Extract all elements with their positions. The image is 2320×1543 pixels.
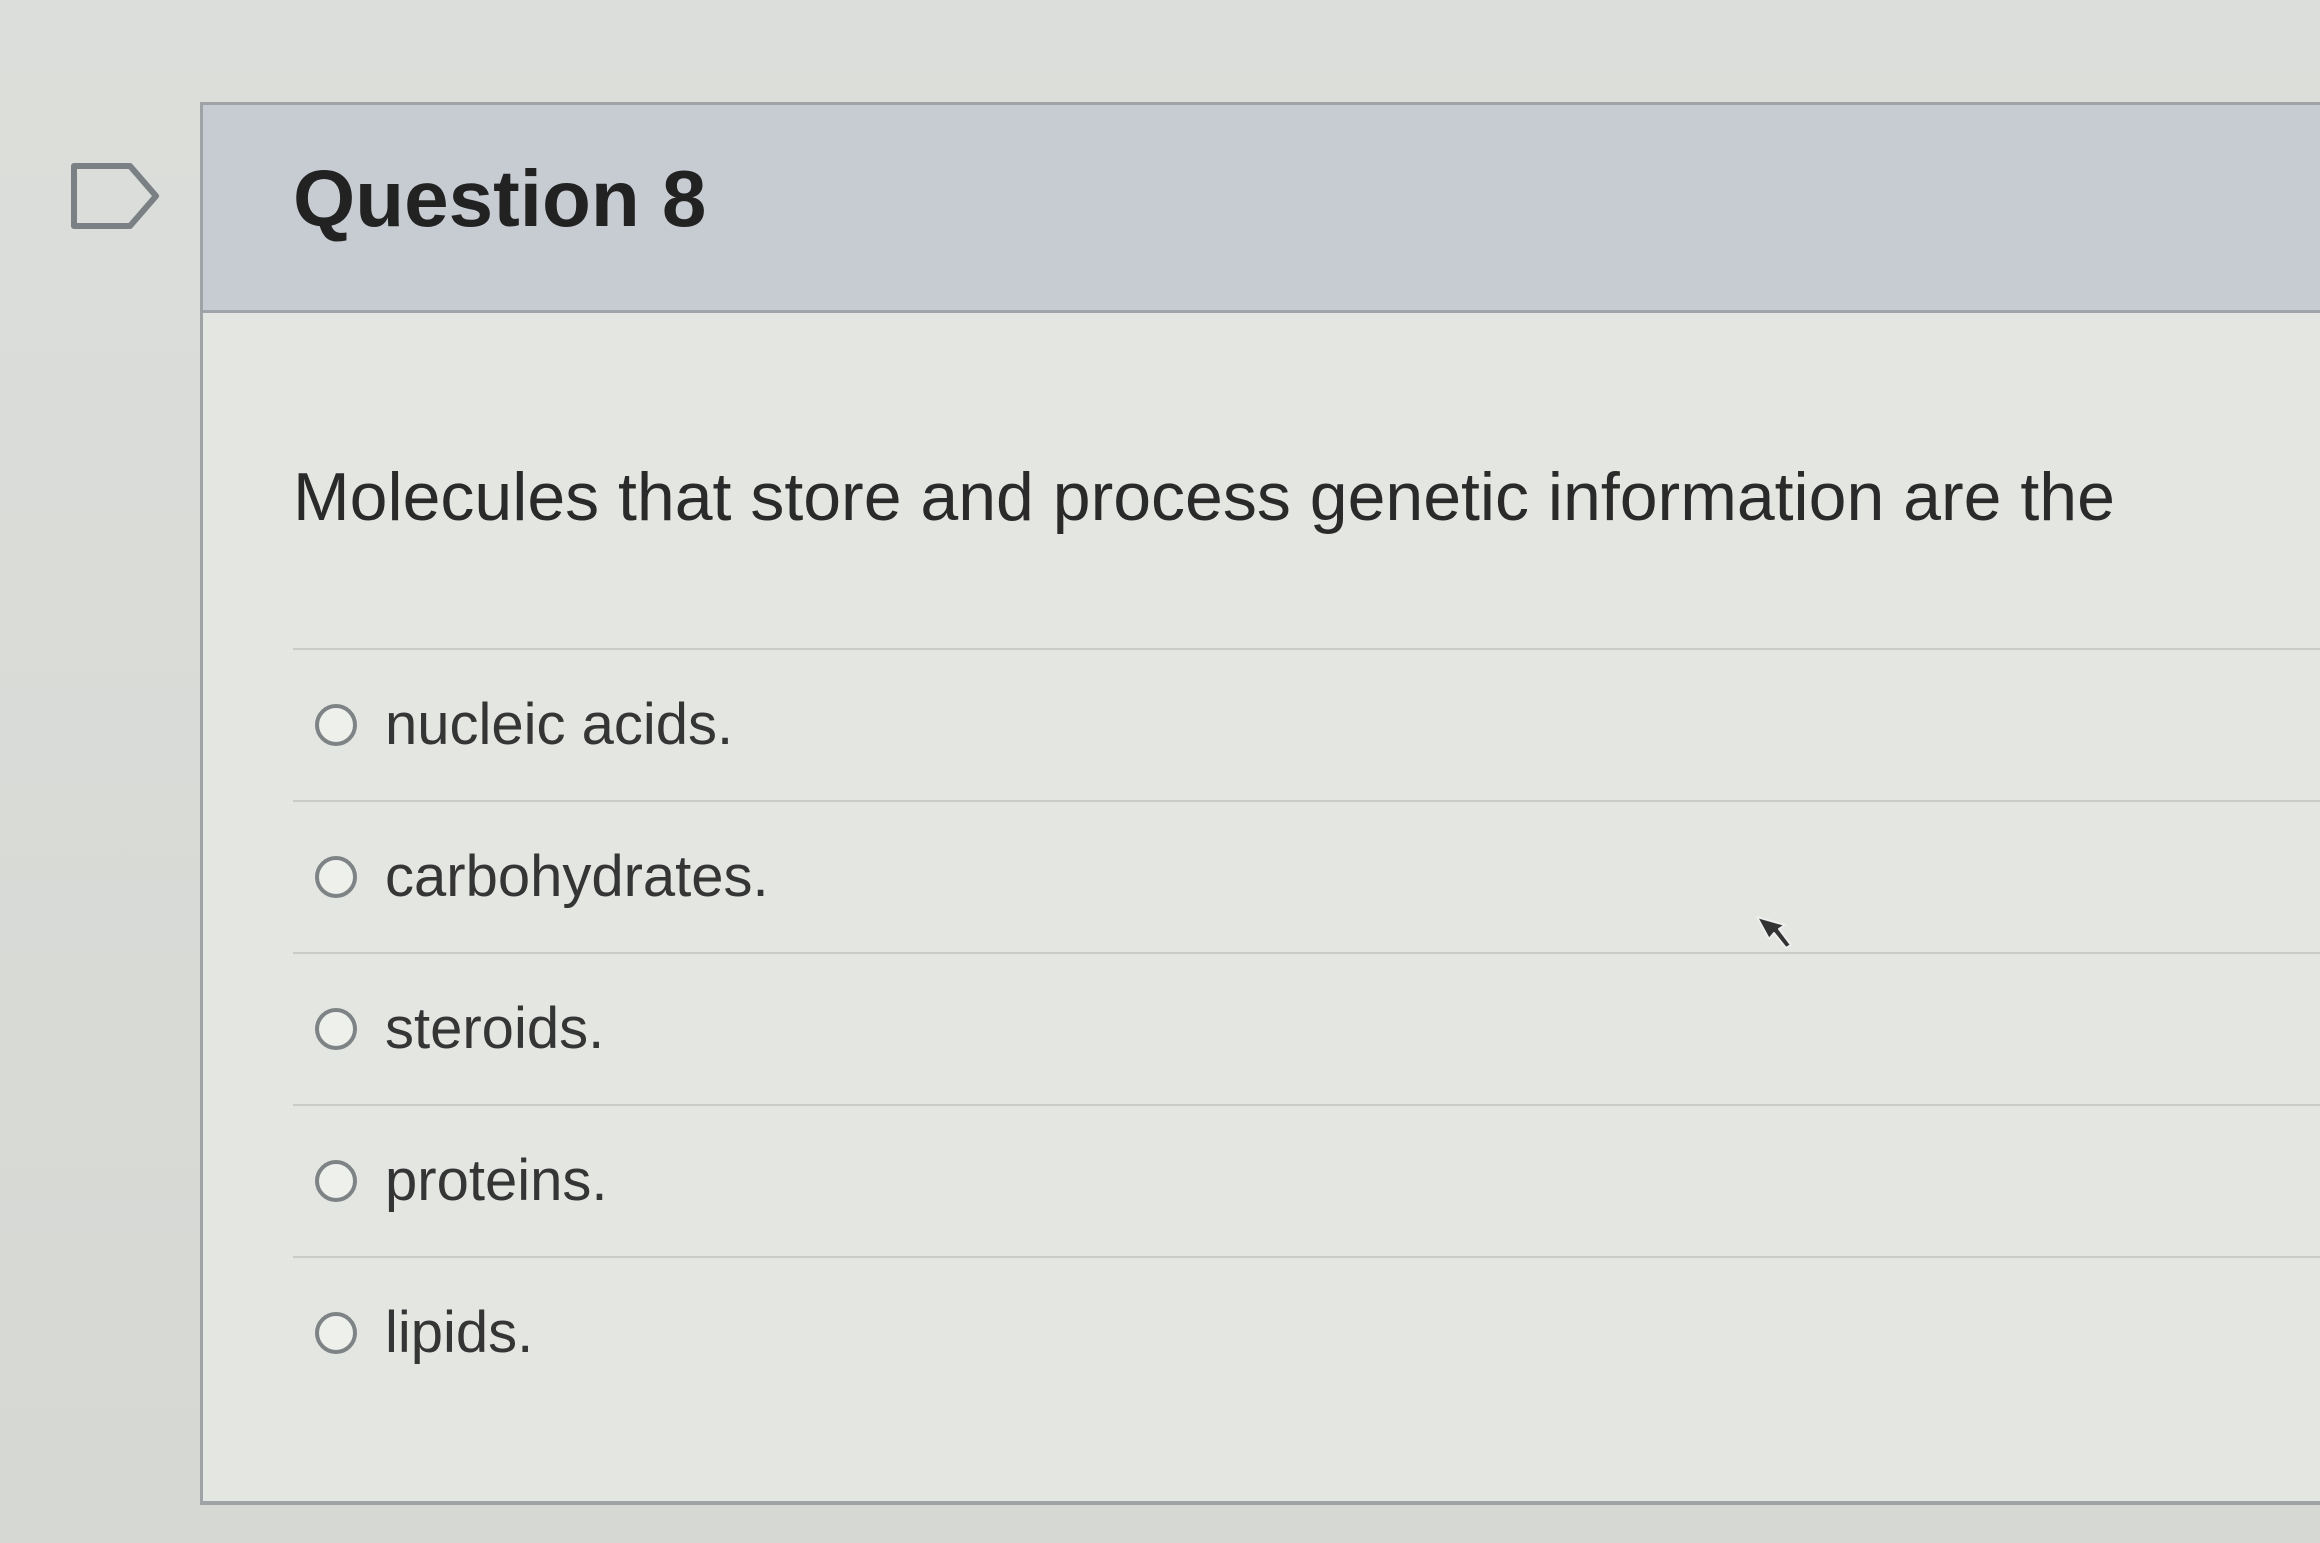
radio-button-icon[interactable] (315, 856, 357, 898)
answer-option-carbohydrates[interactable]: carbohydrates. (293, 800, 2320, 952)
answer-options: nucleic acids. carbohydrates. steroids. … (293, 648, 2320, 1408)
answer-option-nucleic-acids[interactable]: nucleic acids. (293, 648, 2320, 800)
flag-icon[interactable] (70, 162, 160, 230)
radio-button-icon[interactable] (315, 1312, 357, 1354)
answer-option-proteins[interactable]: proteins. (293, 1104, 2320, 1256)
question-prompt: Molecules that store and process genetic… (293, 459, 2115, 535)
question-body: Molecules that store and process genetic… (203, 313, 2320, 1501)
answer-label: proteins. (385, 1148, 608, 1214)
card-bottom-border (200, 1502, 2320, 1505)
answer-label: carbohydrates. (385, 844, 769, 910)
question-header: Question 8 (203, 105, 2320, 313)
mouse-cursor-icon (1756, 916, 1792, 949)
question-card: Question 8 Molecules that store and proc… (200, 102, 2320, 1504)
radio-button-icon[interactable] (315, 704, 357, 746)
question-title: Question 8 (293, 154, 707, 243)
answer-option-steroids[interactable]: steroids. (293, 952, 2320, 1104)
answer-label: nucleic acids. (385, 692, 734, 758)
radio-button-icon[interactable] (315, 1160, 357, 1202)
radio-button-icon[interactable] (315, 1008, 357, 1050)
answer-label: lipids. (385, 1300, 534, 1366)
answer-option-lipids[interactable]: lipids. (293, 1256, 2320, 1408)
answer-label: steroids. (385, 996, 605, 1062)
